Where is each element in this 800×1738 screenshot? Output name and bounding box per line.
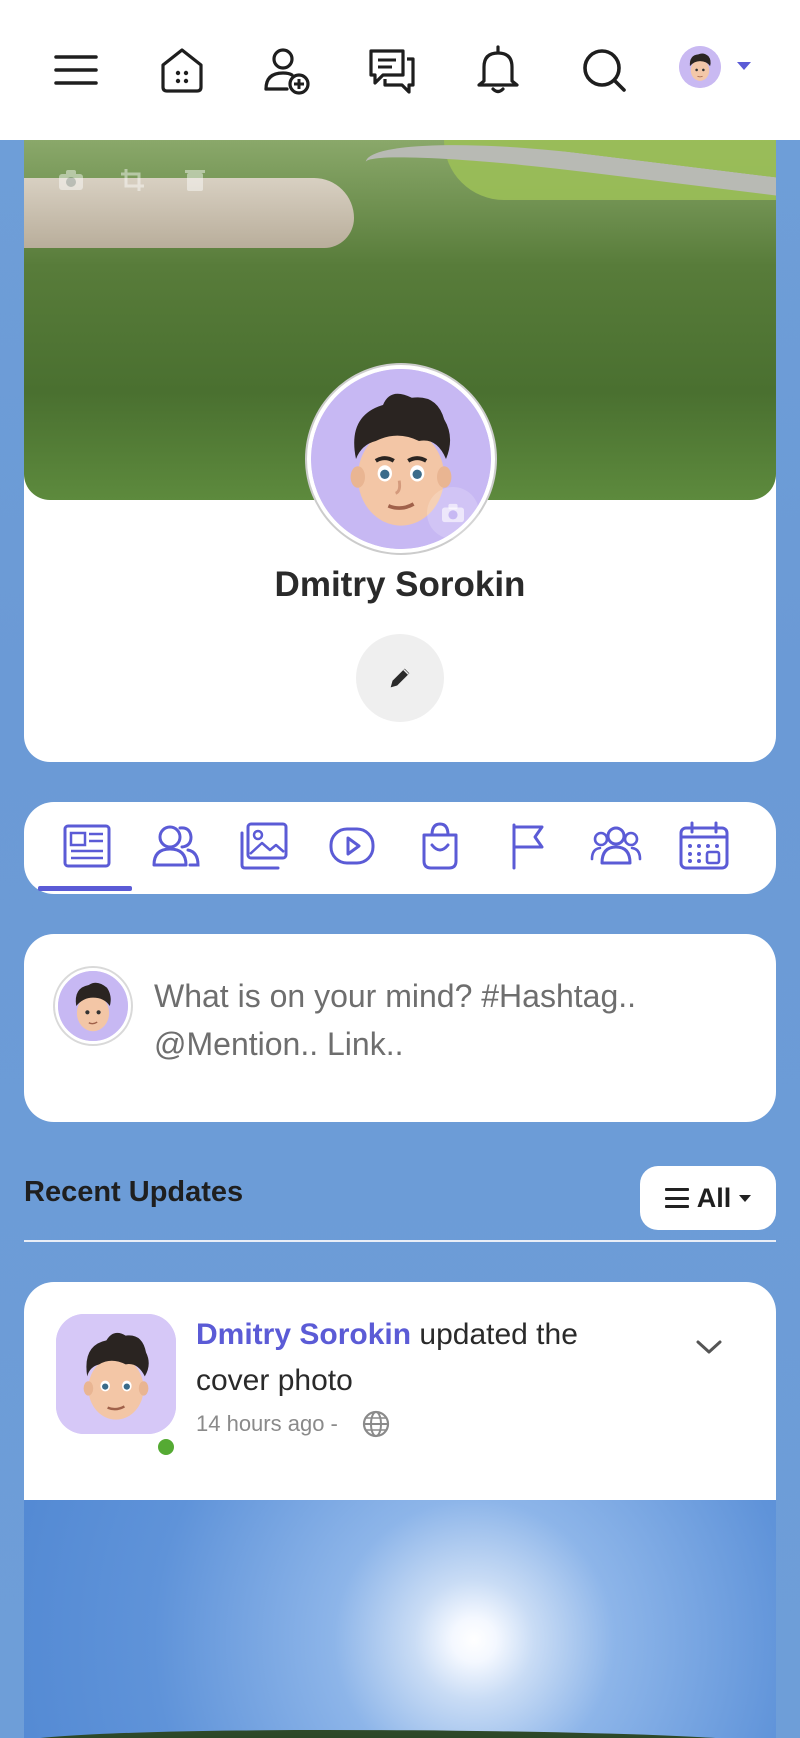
chevron-down-icon xyxy=(739,1194,752,1202)
feed-post: Dmitry Sorokin updated the cover photo 1… xyxy=(24,1282,776,1738)
add-friend-icon[interactable] xyxy=(258,42,314,98)
post-options-chevron-icon[interactable] xyxy=(694,1332,724,1362)
tab-shop[interactable] xyxy=(412,820,468,872)
home-icon[interactable] xyxy=(154,42,210,98)
feed-filter-button[interactable]: All xyxy=(640,1166,776,1230)
crop-icon[interactable] xyxy=(120,168,146,192)
menu-icon[interactable] xyxy=(48,42,104,98)
messages-icon[interactable] xyxy=(364,42,420,98)
search-icon[interactable] xyxy=(576,42,632,98)
user-avatar[interactable] xyxy=(679,46,721,88)
trash-icon[interactable] xyxy=(182,168,208,192)
friends-icon xyxy=(152,825,200,867)
tab-groups[interactable] xyxy=(588,820,644,872)
profile-name: Dmitry Sorokin xyxy=(274,565,526,604)
top-navigation xyxy=(0,0,800,140)
composer-input[interactable]: What is on your mind? #Hashtag.. @Mentio… xyxy=(154,972,734,1068)
tab-pages[interactable] xyxy=(500,820,556,872)
tab-photos[interactable] xyxy=(236,820,292,872)
post-image[interactable] xyxy=(24,1500,776,1738)
calendar-icon xyxy=(679,821,729,870)
profile-header-card: Dmitry Sorokin xyxy=(24,140,776,762)
tab-friends[interactable] xyxy=(148,820,204,872)
globe-icon xyxy=(362,1410,389,1438)
active-tab-indicator xyxy=(38,886,132,891)
post-author-link[interactable]: Dmitry Sorokin xyxy=(196,1318,411,1351)
newspaper-icon xyxy=(63,824,111,868)
photos-icon xyxy=(240,822,288,870)
feed-divider xyxy=(24,1240,776,1242)
tab-videos[interactable] xyxy=(324,820,380,872)
composer-avatar xyxy=(55,968,131,1044)
shopping-bag-icon xyxy=(422,822,458,870)
cover-photo-tools xyxy=(58,168,208,192)
camera-icon[interactable] xyxy=(58,168,84,192)
feed-title: Recent Updates xyxy=(24,1176,244,1208)
feed-filter-label: All xyxy=(696,1182,732,1213)
profile-tabs xyxy=(24,802,776,894)
post-timestamp[interactable]: 14 hours ago - xyxy=(196,1411,338,1437)
post-author-avatar[interactable] xyxy=(56,1314,176,1434)
online-status-indicator xyxy=(155,1436,177,1458)
video-icon xyxy=(329,827,375,865)
post-meta: 14 hours ago - xyxy=(196,1410,390,1438)
pencil-icon xyxy=(390,668,410,688)
groups-icon xyxy=(590,826,642,865)
flag-icon xyxy=(512,823,544,870)
filter-list-icon xyxy=(664,1188,689,1208)
tab-events[interactable] xyxy=(676,820,732,872)
change-photo-camera-icon[interactable] xyxy=(427,487,479,539)
notifications-icon[interactable] xyxy=(470,42,526,98)
post-header-text: Dmitry Sorokin updated the cover photo xyxy=(196,1312,626,1404)
tab-timeline[interactable] xyxy=(60,820,116,872)
edit-profile-button[interactable] xyxy=(356,634,444,722)
account-dropdown-caret[interactable] xyxy=(737,62,751,70)
post-composer[interactable]: What is on your mind? #Hashtag.. @Mentio… xyxy=(24,934,776,1122)
